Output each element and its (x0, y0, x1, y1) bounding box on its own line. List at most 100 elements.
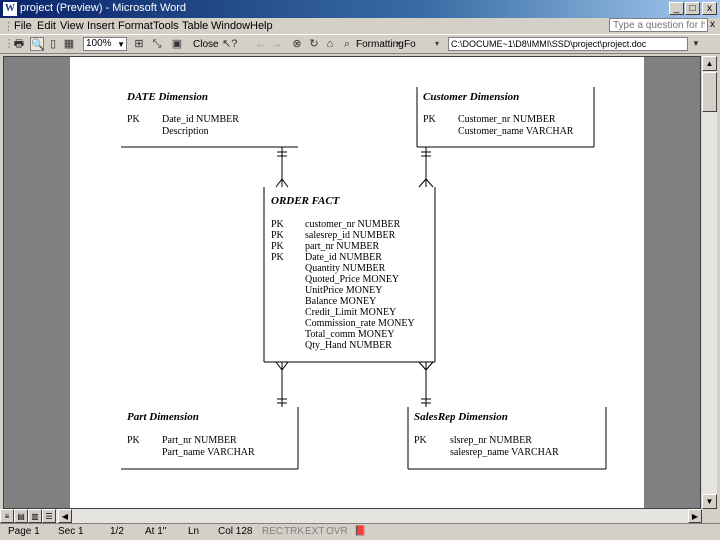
order-fact-field: Balance MONEY (305, 296, 376, 307)
font-label[interactable]: Fo (404, 39, 416, 50)
order-fact-field: part_nr NUMBER (305, 241, 379, 252)
scroll-down-arrow-icon[interactable]: ▼ (702, 494, 717, 509)
order-fact-field: Credit_Limit MONEY (305, 307, 396, 318)
salesrep-crowfoot-left (418, 361, 427, 371)
scroll-left-arrow-icon[interactable]: ◀ (58, 509, 72, 523)
spelling-book-icon[interactable]: 📕 (354, 526, 366, 537)
print-icon[interactable]: 🖶 (12, 37, 26, 51)
print-preview-toolbar: ⋮ 🖶 🔍 ▯ ▦ 100% ▼ ⊞ ⤡ ▣ Close ↖? ← → ⊗ ↻ … (0, 34, 720, 54)
menu-grip: ⋮ (3, 21, 14, 33)
status-bar: Page 1 Sec 1 1/2 At 1" Ln Col 128 REC TR… (0, 523, 720, 540)
status-section: Sec 1 (58, 526, 84, 537)
status-page-count: 1/2 (110, 526, 124, 537)
close-window-button[interactable]: x (702, 2, 717, 15)
favorites-chevron-icon: ▾ (434, 39, 439, 48)
menu-tools[interactable]: Tools (153, 20, 179, 32)
date-crowfoot-right (281, 178, 289, 188)
window-title: project (Preview) - Microsoft Word (20, 2, 187, 14)
status-line: Ln (188, 526, 200, 537)
document-area: DATE Dimension PK Date_id NUMBER Descrip… (3, 56, 701, 509)
preview-page: DATE Dimension PK Date_id NUMBER Descrip… (70, 57, 644, 508)
help-search-input[interactable] (609, 18, 708, 32)
menu-edit[interactable]: Edit (37, 20, 56, 32)
order-fact-key: PK (271, 252, 285, 263)
chevron-down-icon: ▼ (117, 40, 125, 49)
word-app-icon[interactable]: W (3, 2, 17, 16)
full-screen-icon[interactable]: ▣ (170, 37, 184, 51)
customer-crowfoot-right (425, 178, 434, 188)
forward-arrow-icon[interactable]: → (270, 37, 284, 51)
customer-dimension-field: Customer_nr NUMBER (458, 114, 556, 125)
close-preview-button[interactable]: Close (193, 39, 219, 50)
status-trk[interactable]: TRK (284, 526, 304, 537)
minimize-button[interactable]: _ (669, 2, 684, 15)
salesrep-dimension-key: PK (414, 435, 428, 446)
order-fact-field: Date_id NUMBER (305, 252, 382, 263)
customer-dimension-title: Customer Dimension (423, 91, 519, 103)
menu-view[interactable]: View (60, 20, 84, 32)
zoom-select[interactable]: 100% ▼ (83, 37, 127, 51)
order-fact-key: PK (271, 230, 285, 241)
customer-dimension-key: PK (423, 114, 437, 125)
help-pointer-icon[interactable]: ↖? (222, 37, 237, 51)
address-dropdown-icon[interactable]: ▼ (689, 37, 703, 51)
status-column: Col 128 (218, 526, 253, 537)
address-field[interactable]: C:\DOCUME~1\D8\IMMI\SSD\project\project.… (448, 37, 688, 51)
maximize-button[interactable]: □ (685, 2, 700, 15)
status-ext[interactable]: EXT (305, 526, 324, 537)
part-crowfoot-right (281, 361, 289, 371)
zoom-value: 100% (86, 38, 112, 49)
order-fact-field: Qty_Hand NUMBER (305, 340, 392, 351)
one-page-icon[interactable]: ▯ (46, 37, 60, 51)
vertical-scrollbar[interactable]: ▲ ▼ (702, 56, 717, 509)
refresh-icon[interactable]: ↻ (307, 37, 321, 51)
menu-insert[interactable]: Insert (87, 20, 115, 32)
menu-format[interactable]: Format (118, 20, 153, 32)
view-ruler-icon[interactable]: ⊞ (132, 37, 146, 51)
multiple-pages-icon[interactable]: ▦ (62, 37, 76, 51)
date-dimension-field: Description (162, 126, 209, 137)
search-web-icon[interactable]: ⌕ (340, 37, 354, 51)
menu-window[interactable]: Window (211, 20, 250, 32)
normal-view-icon[interactable]: ≡ (0, 509, 14, 523)
back-arrow-icon[interactable]: ← (254, 37, 268, 51)
web-layout-icon[interactable]: ▤ (14, 509, 28, 523)
print-layout-icon[interactable]: ▥ (28, 509, 42, 523)
order-fact-field: salesrep_id NUMBER (305, 230, 396, 241)
part-dimension-key: PK (127, 435, 141, 446)
menu-file[interactable]: File (14, 20, 32, 32)
horizontal-scrollbar[interactable]: ≡ ▤ ▥ ☰ ◀ ▶ (0, 509, 702, 523)
title-bar: W project (Preview) - Microsoft Word _ □… (0, 0, 720, 18)
stop-icon[interactable]: ⊗ (290, 37, 304, 51)
menu-help[interactable]: Help (250, 20, 273, 32)
order-fact-key: PK (271, 219, 285, 230)
vertical-scroll-thumb[interactable] (702, 72, 717, 112)
date-crowfoot-left (275, 178, 283, 188)
status-rec[interactable]: REC (262, 526, 283, 537)
order-fact-field: UnitPrice MONEY (305, 285, 383, 296)
scroll-up-arrow-icon[interactable]: ▲ (702, 56, 717, 71)
order-fact-key: PK (271, 241, 285, 252)
scroll-right-arrow-icon[interactable]: ▶ (688, 509, 702, 523)
date-dimension-title: DATE Dimension (126, 91, 208, 103)
part-dimension-field: Part_nr NUMBER (162, 435, 237, 446)
close-document-icon[interactable]: x (710, 19, 715, 30)
part-crowfoot-left (275, 361, 283, 371)
status-ovr[interactable]: OVR (326, 526, 348, 537)
home-icon[interactable]: ⌂ (323, 37, 337, 51)
menu-table[interactable]: Table (182, 20, 208, 32)
order-fact-field: Commission_rate MONEY (305, 318, 415, 329)
magnifier-icon[interactable]: 🔍 (30, 37, 45, 51)
outline-view-icon[interactable]: ☰ (42, 509, 56, 523)
erd-diagram: DATE Dimension PK Date_id NUMBER Descrip… (121, 87, 607, 470)
part-dimension-field: Part_name VARCHAR (162, 447, 255, 458)
salesrep-dimension-field: slsrep_nr NUMBER (450, 435, 532, 446)
order-fact-title: ORDER FACT (271, 195, 341, 207)
order-fact-field: Quantity NUMBER (305, 263, 386, 274)
salesrep-dimension-title: SalesRep Dimension (414, 411, 508, 423)
customer-crowfoot-left (418, 178, 427, 188)
order-fact-field: Quoted_Price MONEY (305, 274, 399, 285)
shrink-to-fit-icon[interactable]: ⤡ (150, 37, 164, 51)
order-fact-rows: PK customer_nr NUMBER PK salesrep_id NUM… (271, 219, 415, 351)
salesrep-crowfoot-right (425, 361, 434, 371)
